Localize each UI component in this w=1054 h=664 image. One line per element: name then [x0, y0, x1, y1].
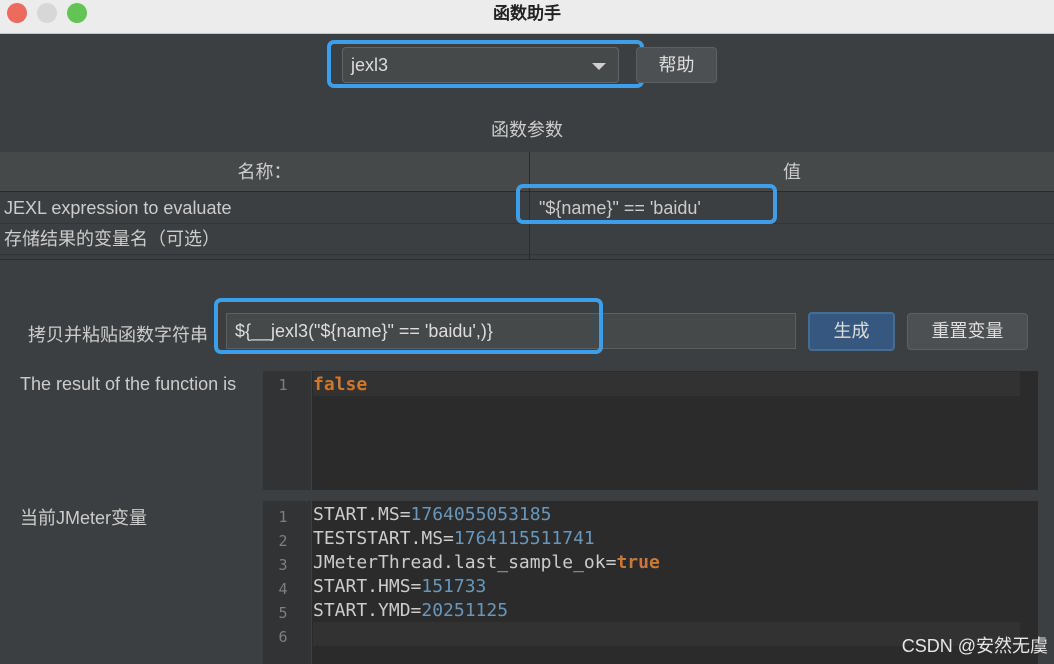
reset-variables-button[interactable]: 重置变量: [907, 313, 1028, 350]
current-line-highlight: [313, 372, 1020, 396]
code-line: false: [313, 374, 368, 395]
variable-value: 151733: [421, 576, 487, 597]
variable-key: TESTSTART.MS=: [313, 528, 454, 549]
param-name: 存储结果的变量名（可选）: [4, 229, 220, 249]
result-label: The result of the function is: [20, 374, 237, 394]
highlight-box-expression: [516, 184, 777, 224]
window-title: 函数助手: [493, 4, 561, 24]
code-line: START.YMD=20251125: [313, 600, 508, 621]
params-title: 函数参数: [491, 120, 563, 140]
variable-value: 1764115511741: [453, 528, 595, 549]
param-name: JEXL expression to evaluate: [4, 198, 232, 218]
variable-key: JMeterThread.last_sample_ok=: [313, 552, 617, 573]
header-name[interactable]: 名称：: [0, 152, 529, 192]
line-number: 6: [278, 628, 288, 646]
table-row[interactable]: 存储结果的变量名（可选）: [0, 224, 1054, 255]
variable-key: START.YMD=: [313, 600, 422, 621]
generate-button[interactable]: 生成: [808, 312, 895, 351]
line-number: 5: [278, 604, 288, 622]
line-number: 3: [278, 556, 288, 574]
highlight-box-function-select: [327, 40, 644, 88]
code-line: JMeterThread.last_sample_ok=true: [313, 552, 660, 573]
title-bar: 函数助手: [0, 0, 1054, 34]
watermark: CSDN @安然无虞: [901, 636, 1048, 656]
line-number: 1: [278, 508, 288, 526]
divider: [0, 259, 1054, 260]
variable-value: 1764055053185: [410, 504, 552, 525]
variable-key: START.HMS=: [313, 576, 422, 597]
code-line: START.MS=1764055053185: [313, 504, 551, 525]
code-line: START.HMS=151733: [313, 576, 486, 597]
copy-paste-label: 拷贝并粘贴函数字符串: [28, 325, 208, 345]
code-line: TESTSTART.MS=1764115511741: [313, 528, 595, 549]
result-editor[interactable]: 1 false: [263, 371, 1038, 490]
line-number: 1: [278, 376, 288, 394]
highlight-box-function-string: [214, 298, 603, 354]
help-button[interactable]: 帮助: [636, 47, 717, 83]
variables-label: 当前JMeter变量: [20, 508, 148, 528]
line-number: 2: [278, 532, 288, 550]
variable-value: true: [616, 552, 660, 573]
variable-value: 20251125: [421, 600, 509, 621]
variable-key: START.MS=: [313, 504, 411, 525]
line-number: 4: [278, 580, 288, 598]
